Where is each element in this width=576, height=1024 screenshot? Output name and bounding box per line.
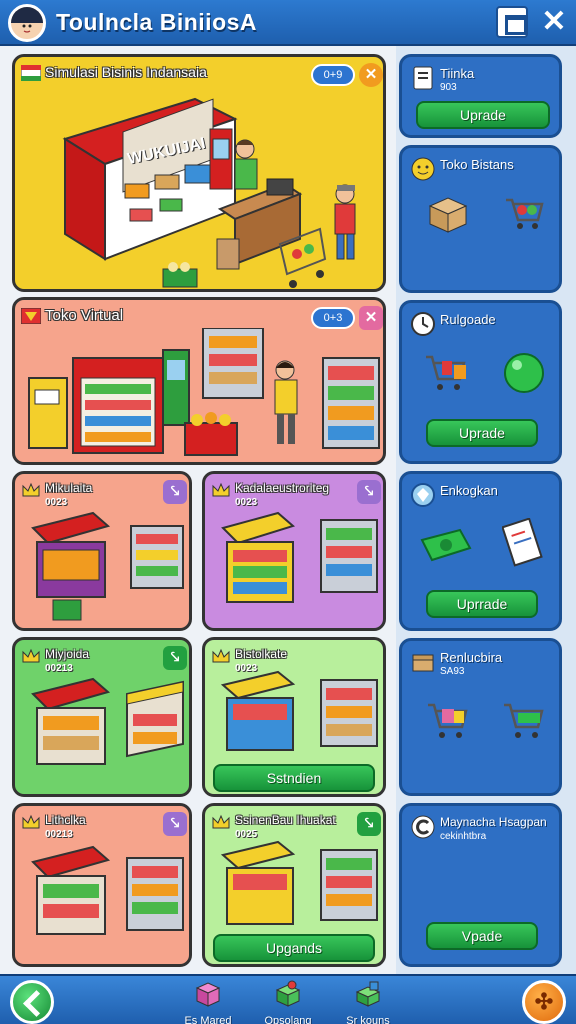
panel-title: Maynacha Hsagpan	[440, 815, 547, 829]
card-title: Miyjoida	[45, 647, 90, 661]
shop-card-kadalaeus[interactable]: Kadalaeustroriteg 0023 ⤥	[202, 471, 386, 631]
upgrade-button[interactable]: Vpade	[426, 922, 538, 950]
card-title: Bistolkate	[235, 647, 288, 661]
stack-box-icon	[355, 981, 381, 1007]
crown-badge-icon	[212, 648, 230, 663]
tool-icon[interactable]: ⤥	[163, 480, 187, 504]
card-title: Kadalaeustroriteg	[235, 481, 330, 495]
nav-label: Opsolang	[264, 1015, 312, 1024]
panel-value: SA93	[440, 666, 465, 677]
panel-title: Renlucbira	[440, 650, 503, 665]
stall-illustration	[31, 677, 184, 765]
shop-card-bistolkate[interactable]: Bistolkate 0023 Sstndien	[202, 637, 386, 797]
crown-badge-icon	[212, 482, 230, 497]
panel-card-maynacha: Maynacha Hsagpan cekinhtbra Vpade	[399, 803, 562, 967]
upgrade-button[interactable]: Upgands	[213, 934, 375, 962]
green-orb-icon	[504, 353, 544, 393]
green-box-icon	[275, 980, 301, 1007]
card-value: 00213	[45, 829, 73, 840]
back-arrow-icon[interactable]	[10, 980, 54, 1024]
upgrade-button[interactable]: Uprade	[416, 101, 550, 129]
gem-icon	[411, 483, 435, 507]
document-icon	[413, 66, 433, 90]
game-title: Toulncla BiniiosA	[56, 9, 258, 35]
pink-box-icon	[195, 982, 221, 1007]
shop-card-lithclka[interactable]: Lithclka 00213 ⤥	[12, 803, 192, 967]
close-card-icon[interactable]: ✕	[359, 306, 383, 330]
clock-icon	[411, 312, 435, 336]
crate-icon	[412, 654, 434, 672]
card-value: 0023	[235, 497, 258, 508]
stall-illustration	[31, 511, 184, 621]
start-button[interactable]: Sstndien	[213, 764, 375, 792]
panel-card-tiinka: Tiinka 903 Uprade	[399, 54, 562, 138]
cash-icon	[420, 528, 472, 562]
crown-badge-icon	[22, 482, 40, 497]
panel-card-enkogkan: Enkogkan Uprrade	[399, 471, 562, 631]
panel-title: Enkogkan	[440, 483, 498, 498]
nav-item-resources[interactable]: Sr kouns	[328, 980, 408, 1024]
nav-item-market[interactable]: Es Mared	[168, 980, 248, 1024]
box-icon	[428, 197, 468, 233]
card-title: Lithclka	[45, 813, 86, 827]
card-title: Simulasi Bisinis Indansaia	[45, 64, 207, 80]
virtual-store-illustration	[28, 328, 380, 456]
restore-window-icon[interactable]	[496, 6, 528, 38]
upgrade-button[interactable]: Uprade	[426, 419, 538, 447]
card-title: SsinenBau Ihuakat	[235, 813, 336, 827]
tool-icon[interactable]: ⤥	[357, 812, 381, 836]
refresh-icon	[411, 815, 435, 839]
shop-card-toko-virtual[interactable]: Toko Virtual 0+3 ✕	[12, 297, 386, 465]
crown-badge-icon	[212, 814, 230, 829]
level-pill: 0+3	[311, 307, 355, 329]
settings-gear-icon[interactable]: ✣	[522, 980, 566, 1024]
bottom-nav: Es Mared Opsolang Sr kouns ✣	[0, 974, 576, 1024]
player-avatar[interactable]	[8, 4, 46, 42]
stall-illustration	[220, 670, 378, 751]
receipt-icon	[502, 518, 543, 567]
panel-title: Tiinka	[440, 66, 475, 81]
panel-card-rulgoade: Rulgoade Uprade	[399, 300, 562, 464]
card-value: 0025	[235, 829, 258, 840]
cart-icon	[506, 198, 544, 229]
close-icon[interactable]: ✕	[538, 6, 570, 38]
shop-card-miyjoida[interactable]: Miyjoida 00213 ⤥	[12, 637, 192, 797]
card-value: 0023	[45, 497, 68, 508]
card-title: Toko Virtual	[45, 307, 124, 324]
crown-badge-icon	[22, 814, 40, 829]
shop-badge-icon	[21, 308, 41, 324]
shop-card-main[interactable]: Simulasi Bisinis Indansaia 0+9 ✕ WUKUIJA…	[12, 54, 386, 292]
card-title: Mikulaita	[45, 481, 93, 495]
cart-icon	[504, 703, 544, 738]
stall-illustration	[220, 840, 378, 925]
shop-card-mikulaita[interactable]: Mikulaita 0023 ⤥	[12, 471, 192, 631]
stall-illustration	[31, 845, 184, 935]
tool-icon[interactable]: ⤥	[163, 646, 187, 670]
upgrade-button[interactable]: Uprrade	[426, 590, 538, 618]
panel-value: 903	[440, 82, 457, 93]
panel-title: Rulgoade	[440, 312, 496, 327]
panel-title: Toko Bistans	[440, 157, 514, 172]
nav-label: Sr kouns	[346, 1015, 390, 1024]
tool-icon[interactable]: ⤥	[357, 480, 381, 504]
smiley-icon	[411, 157, 435, 181]
panel-card-renlucbira: Renlucbira SA93	[399, 638, 562, 796]
main-store-illustration	[62, 97, 356, 288]
stall-illustration	[221, 511, 378, 603]
nav-item-operations[interactable]: Opsolang	[248, 980, 328, 1024]
panel-value: cekinhtbra	[440, 831, 487, 842]
cart-icon	[428, 703, 468, 738]
tool-icon[interactable]: ⤥	[163, 812, 187, 836]
shop-card-ssinenbau[interactable]: SsinenBau Ihuakat 0025 ⤥ Upgands	[202, 803, 386, 967]
top-bar: Toulncla BiniiosA ✕	[0, 0, 576, 46]
cart-icon	[426, 355, 466, 390]
nav-label: Es Mared	[184, 1015, 232, 1024]
card-value: 00213	[45, 663, 73, 674]
crown-badge-icon	[22, 648, 40, 663]
panel-card-toko-bistans: Toko Bistans	[399, 145, 562, 293]
